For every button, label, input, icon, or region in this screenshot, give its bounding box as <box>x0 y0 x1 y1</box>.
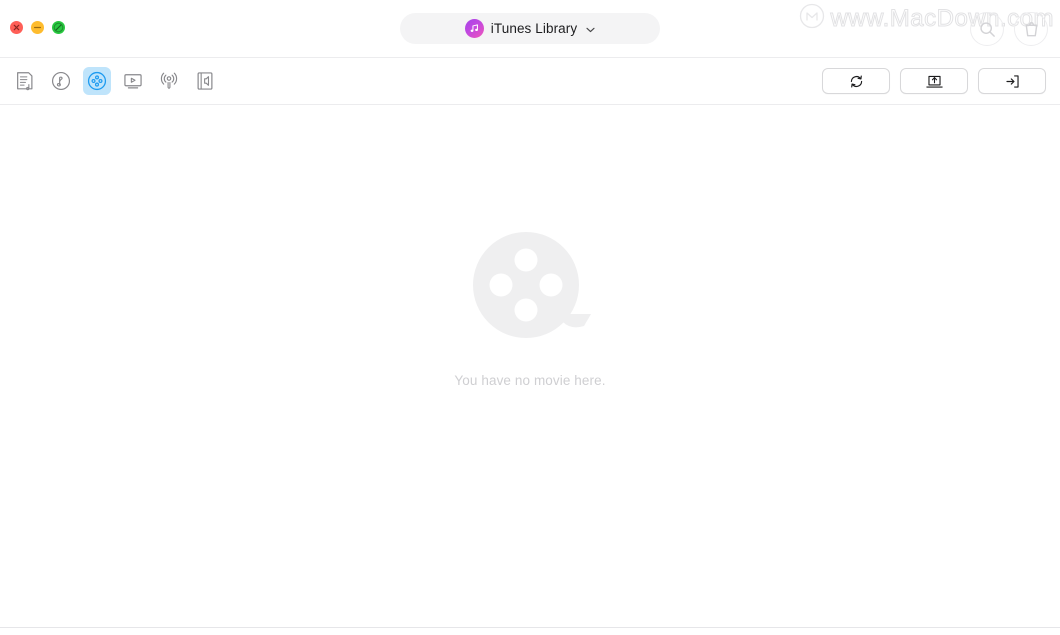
itunes-music-note-icon <box>464 19 484 38</box>
delete-button[interactable] <box>1014 12 1048 46</box>
empty-state-message: You have no movie here. <box>454 373 606 388</box>
macdown-circle-m-logo <box>799 3 825 34</box>
titlebar-actions <box>970 12 1048 46</box>
category-tabs <box>0 67 219 95</box>
podcast-broadcast-icon <box>160 72 178 89</box>
close-icon <box>13 24 20 31</box>
refresh-sync-icon <box>850 74 862 88</box>
music-note-circle-icon <box>51 71 71 91</box>
itunes-library-window: iTunes Library www.MacDown.com You have … <box>0 0 1060 635</box>
statusbar <box>0 627 1060 635</box>
tv-monitor-icon <box>124 74 142 89</box>
maximize-icon <box>53 22 64 33</box>
search-icon <box>979 21 995 37</box>
audiobook-speaker-icon <box>197 72 213 90</box>
tab-movies[interactable] <box>83 67 111 95</box>
library-selector-label: iTunes Library <box>490 21 578 36</box>
import-button[interactable] <box>900 68 968 94</box>
playlist-document-icon <box>17 72 33 91</box>
tab-tv-shows[interactable] <box>119 67 147 95</box>
search-button[interactable] <box>970 12 1004 46</box>
tab-playlists[interactable] <box>11 67 39 95</box>
film-reel-illustration <box>467 230 593 351</box>
toolbar-actions <box>822 68 1046 94</box>
tab-music[interactable] <box>47 67 75 95</box>
film-reel-icon <box>87 71 107 91</box>
minimize-button[interactable] <box>31 21 44 34</box>
library-selector[interactable]: iTunes Library <box>400 13 660 44</box>
export-arrow-icon <box>1005 74 1019 88</box>
tab-audiobooks[interactable] <box>191 67 219 95</box>
window-controls <box>10 21 65 34</box>
close-button[interactable] <box>10 21 23 34</box>
chevron-down-icon <box>586 20 595 38</box>
refresh-button[interactable] <box>822 68 890 94</box>
minimize-icon <box>34 26 41 29</box>
maximize-button[interactable] <box>52 21 65 34</box>
export-button[interactable] <box>978 68 1046 94</box>
trash-icon <box>1025 21 1037 36</box>
laptop-import-icon <box>925 75 943 88</box>
library-content-area: You have no movie here. <box>0 105 1060 627</box>
tab-podcasts[interactable] <box>155 67 183 95</box>
titlebar: iTunes Library www.MacDown.com <box>0 0 1060 57</box>
empty-state: You have no movie here. <box>0 230 1060 388</box>
category-toolbar <box>0 57 1060 105</box>
